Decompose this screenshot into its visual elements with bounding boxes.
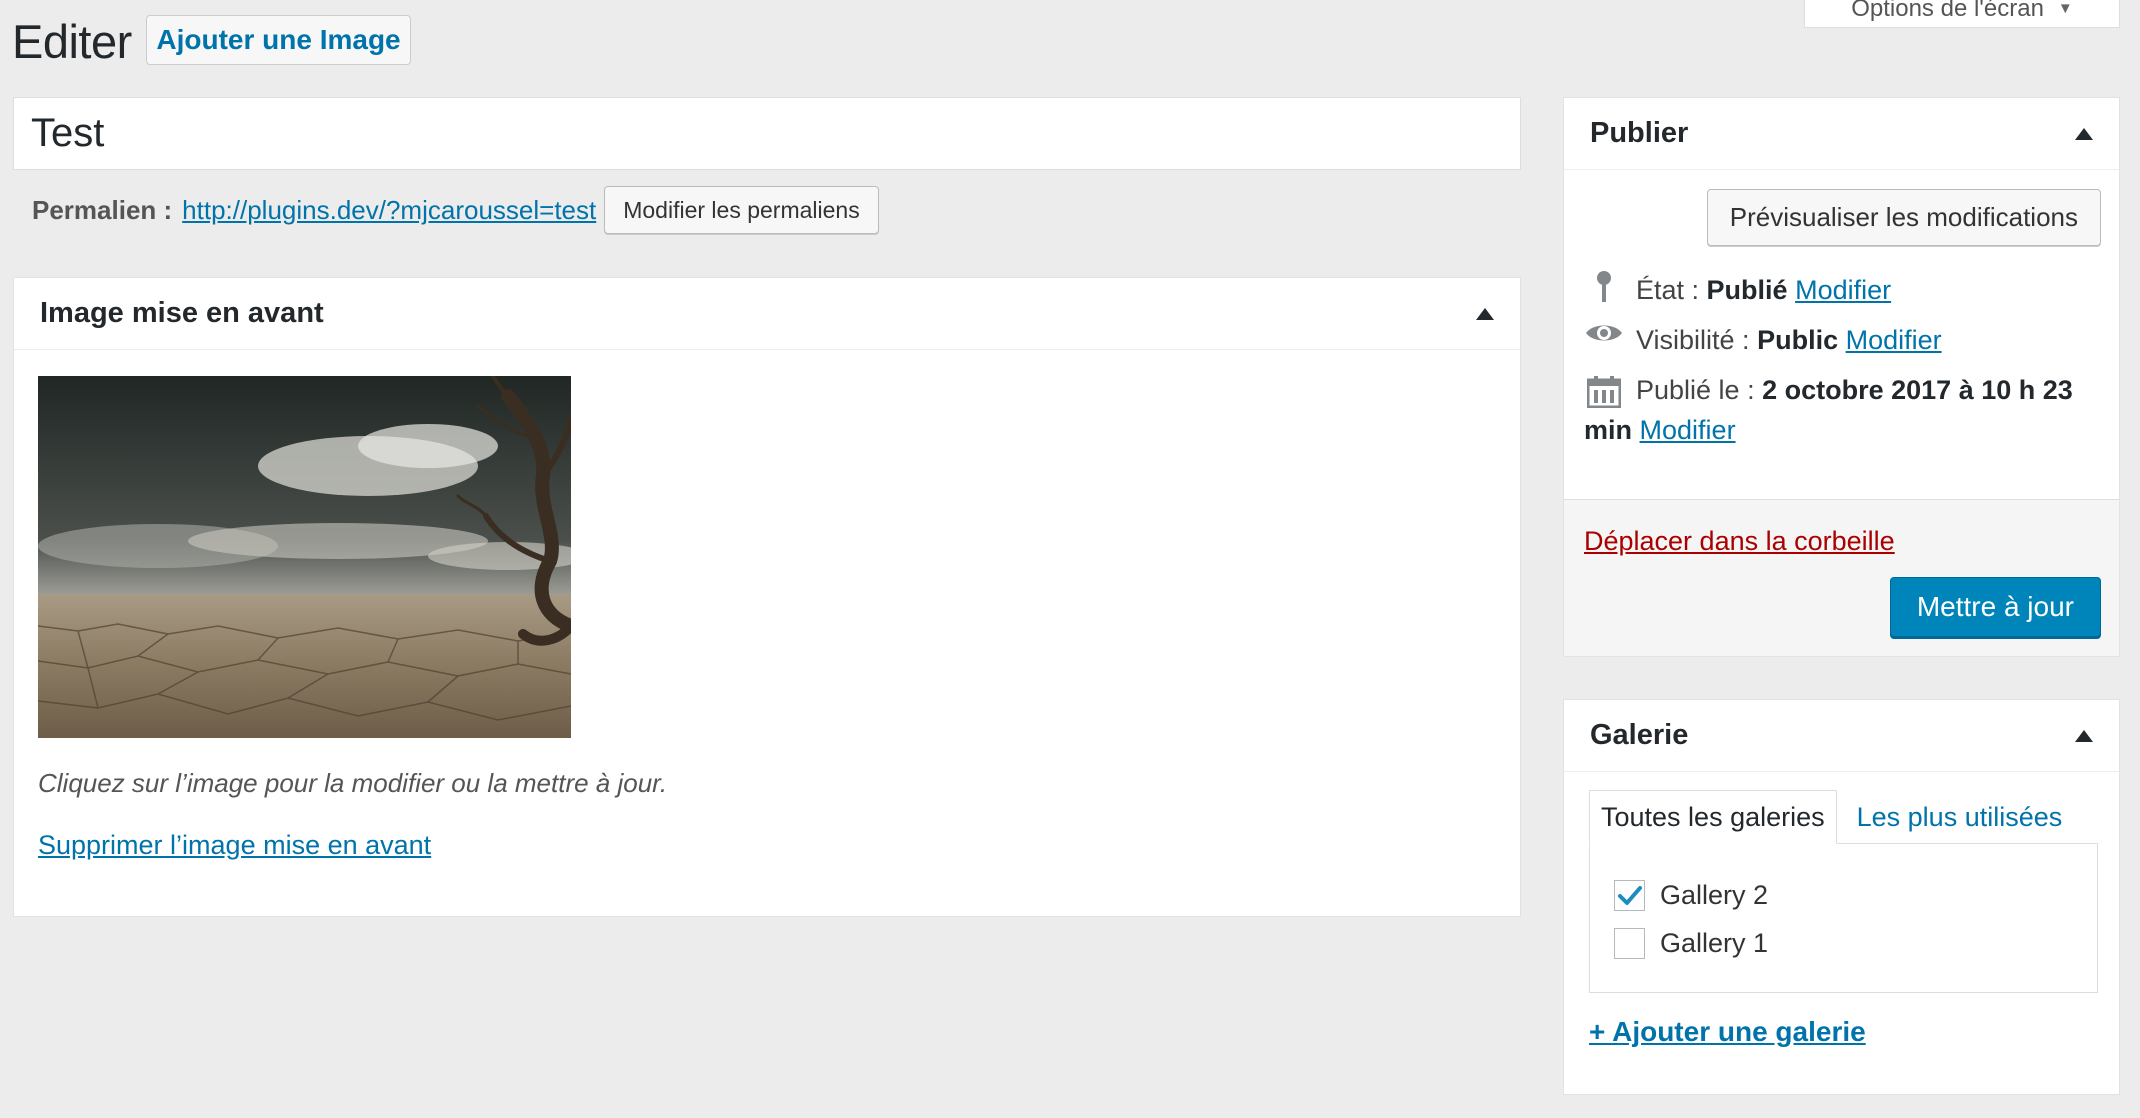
status-value: Publié — [1706, 275, 1788, 305]
pin-icon — [1584, 270, 1624, 304]
add-gallery-link[interactable]: + Ajouter une galerie — [1589, 1016, 1866, 1048]
gallery-box: Galerie Toutes les galeries Les plus uti… — [1563, 699, 2120, 1095]
publish-title: Publier — [1590, 117, 1689, 149]
collapse-arrow-icon[interactable] — [2075, 729, 2093, 742]
published-date-value-cont: min — [1584, 415, 1633, 445]
status-row: État : Publié Modifier — [1584, 270, 1891, 310]
featured-image-header[interactable]: Image mise en avant — [14, 278, 1520, 350]
published-date-row: Publié le : 2 octobre 2017 à 10 h 23 min… — [1584, 370, 2104, 450]
gallery-item-label: Gallery 1 — [1660, 928, 1769, 958]
gallery-item[interactable]: Gallery 2 — [1614, 880, 1768, 911]
permalink-label: Permalien : — [32, 194, 173, 225]
gallery-checklist: Gallery 2 Gallery 1 — [1589, 843, 2098, 993]
calendar-icon — [1584, 375, 1624, 408]
update-button[interactable]: Mettre à jour — [1889, 577, 2101, 637]
gallery-header[interactable]: Galerie — [1564, 700, 2119, 772]
publish-actions: Déplacer dans la corbeille Mettre à jour — [1564, 500, 2119, 656]
post-title-input[interactable]: Test — [13, 97, 1521, 170]
published-label: Publié le : — [1636, 375, 1755, 405]
gallery-checkbox-checked[interactable] — [1614, 880, 1645, 911]
tab-most-used[interactable]: Les plus utilisées — [1837, 790, 2074, 844]
gallery-checkbox[interactable] — [1614, 928, 1645, 959]
gallery-item-label: Gallery 2 — [1660, 880, 1769, 910]
caret-down-icon: ▼ — [2057, 0, 2073, 17]
tab-all-galleries[interactable]: Toutes les galeries — [1589, 790, 1837, 844]
published-date-value: 2 octobre 2017 à 10 h 23 — [1762, 375, 2073, 405]
publish-misc: Prévisualiser les modifications État : P… — [1564, 170, 2119, 500]
page-title: Editer — [12, 15, 132, 68]
gallery-title: Galerie — [1590, 719, 1689, 751]
edit-visibility-link[interactable]: Modifier — [1846, 325, 1942, 355]
eye-icon — [1584, 320, 1624, 346]
edit-status-link[interactable]: Modifier — [1795, 275, 1891, 305]
screen-options-label: Options de l'écran — [1851, 0, 2044, 22]
remove-featured-image-link[interactable]: Supprimer l’image mise en avant — [38, 830, 431, 861]
permalink-row: Permalien : http://plugins.dev/?mjcarous… — [32, 186, 879, 234]
featured-image-hint: Cliquez sur l’image pour la modifier ou … — [38, 768, 668, 798]
publish-box: Publier Prévisualiser les modifications … — [1563, 97, 2120, 657]
permalink-link[interactable]: http://plugins.dev/?mjcaroussel=test — [182, 195, 596, 226]
gallery-tabs: Toutes les galeries Les plus utilisées — [1589, 790, 2073, 844]
edit-permalink-button[interactable]: Modifier les permaliens — [604, 186, 879, 234]
edit-date-link[interactable]: Modifier — [1640, 415, 1736, 445]
gallery-item[interactable]: Gallery 1 — [1614, 928, 1768, 959]
preview-changes-button[interactable]: Prévisualiser les modifications — [1706, 189, 2101, 246]
featured-image[interactable] — [38, 376, 571, 738]
collapse-arrow-icon[interactable] — [2075, 127, 2093, 140]
move-to-trash-link[interactable]: Déplacer dans la corbeille — [1584, 526, 1895, 557]
featured-image-title: Image mise en avant — [40, 297, 324, 329]
checkmark-icon — [1617, 885, 1642, 905]
status-label: État : — [1636, 275, 1700, 305]
collapse-arrow-icon[interactable] — [1476, 307, 1494, 320]
visibility-value: Public — [1757, 325, 1839, 355]
featured-image-box: Image mise en avant Cliquez sur l’image … — [13, 277, 1521, 917]
add-image-button[interactable]: Ajouter une Image — [146, 15, 411, 65]
visibility-label: Visibilité : — [1636, 325, 1750, 355]
screen-options-button[interactable]: Options de l'écran ▼ — [1804, 0, 2120, 28]
publish-header[interactable]: Publier — [1564, 98, 2119, 170]
visibility-row: Visibilité : Public Modifier — [1584, 320, 1942, 360]
